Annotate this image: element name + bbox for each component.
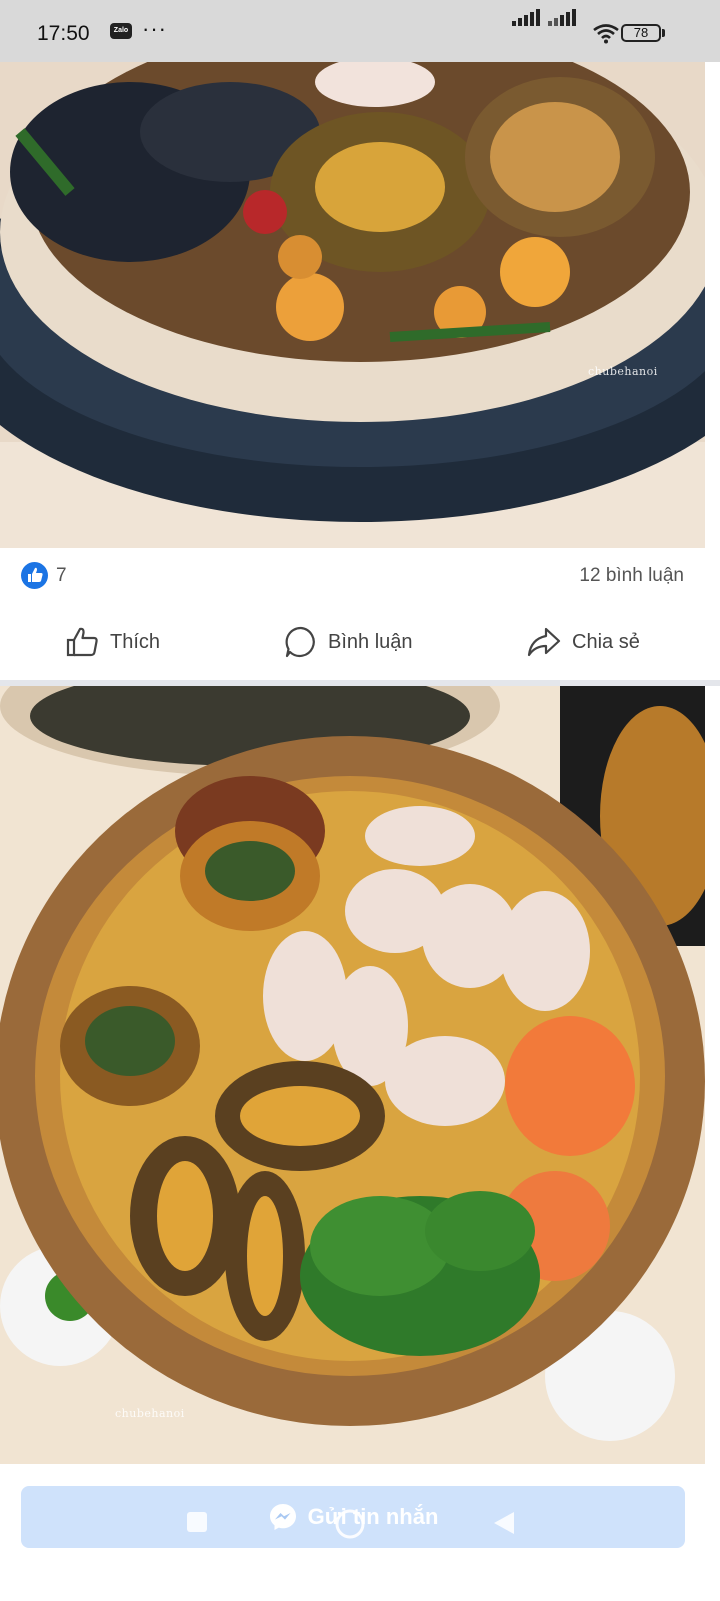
like-count[interactable]: 7: [56, 565, 67, 587]
comment-button[interactable]: Bình luận: [284, 622, 413, 662]
battery-level: 78: [633, 25, 649, 40]
reactions-row: 7 12 bình luận: [0, 548, 720, 604]
battery-icon: 78: [621, 24, 661, 42]
photo-watermark: chubehanoi: [588, 365, 658, 378]
share-arrow-icon: [527, 627, 561, 657]
like-reaction-icon[interactable]: [21, 562, 48, 589]
zalo-notification-icon: Zalo: [110, 23, 132, 39]
photo-watermark: chubehanoi: [115, 1407, 185, 1420]
back-icon[interactable]: [492, 1510, 516, 1536]
recents-icon[interactable]: [185, 1510, 209, 1534]
thumbs-up-icon: [66, 627, 98, 657]
like-button[interactable]: Thích: [66, 622, 160, 662]
more-notifications-indicator: ···: [142, 16, 167, 41]
messenger-icon: [269, 1504, 296, 1530]
status-bar: 17:50 Zalo ··· 78: [0, 0, 720, 62]
share-button[interactable]: Chia sẻ: [526, 622, 640, 662]
post-photo-1[interactable]: chubehanoi: [0, 62, 705, 548]
battery-tip: [662, 29, 665, 37]
comment-count[interactable]: 12 bình luận: [579, 565, 684, 587]
comment-label: Bình luận: [328, 630, 413, 653]
status-time: 17:50: [37, 22, 90, 45]
send-message-label: Gửi tin nhắn: [307, 1504, 439, 1529]
like-label: Thích: [110, 630, 161, 653]
share-label: Chia sẻ: [572, 630, 640, 653]
wifi-icon: [593, 24, 619, 44]
comment-icon: [285, 626, 315, 658]
post-actions: Thích Bình luận Chia sẻ: [0, 608, 720, 680]
home-icon[interactable]: [334, 1508, 366, 1540]
post-photo-2[interactable]: chubehanoi: [0, 686, 705, 1464]
